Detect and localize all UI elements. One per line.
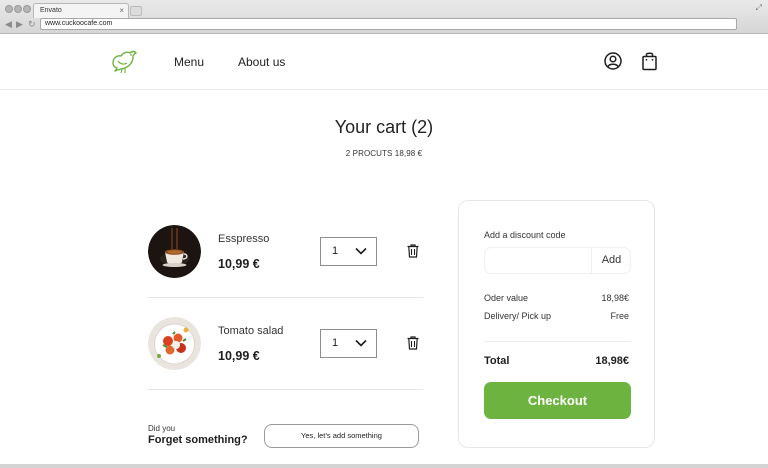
browser-tab[interactable]: Envato × [33, 3, 129, 18]
tab-close-icon[interactable]: × [119, 4, 124, 18]
reload-icon[interactable]: ↻ [28, 19, 36, 29]
user-icon[interactable] [603, 51, 623, 71]
cart-title: Your cart (2) [334, 117, 434, 137]
tomato-salad-image [148, 317, 201, 370]
total-value: 18,98€ [595, 355, 629, 367]
item-price: 10,99 € [218, 349, 260, 363]
discount-code-input[interactable] [486, 249, 590, 272]
window-close-dot[interactable] [5, 5, 13, 13]
cart-summary: 2 PROCUTS 18,98 € [345, 149, 423, 158]
trash-icon[interactable] [407, 336, 419, 350]
item-name: Esspresso [218, 233, 270, 245]
quantity-value: 1 [332, 245, 339, 257]
order-summary-panel: Add a discount code Add Oder value 18,98… [458, 200, 655, 448]
quantity-value: 1 [332, 337, 339, 349]
order-value: 18,98€ [601, 293, 629, 303]
quantity-select[interactable]: 1 [320, 329, 377, 358]
discount-label: Add a discount code [484, 230, 566, 240]
espresso-image [148, 225, 201, 278]
window-zoom-dot[interactable] [23, 5, 31, 13]
item-name: Tomato salad [218, 325, 284, 337]
site-header: Menu About us [0, 35, 768, 90]
nav-about-link[interactable]: About us [238, 55, 285, 69]
forward-icon[interactable]: ▶ [16, 19, 23, 29]
fullscreen-icon[interactable]: ⤢ [756, 3, 762, 13]
window-minimize-dot[interactable] [14, 5, 22, 13]
checkout-button[interactable]: Checkout [484, 382, 631, 419]
new-tab-button[interactable] [130, 6, 142, 16]
upsell-prefix: Did you [148, 424, 176, 433]
back-icon[interactable]: ◀ [5, 19, 12, 29]
address-bar[interactable]: www.cuckoocafe.com [40, 18, 737, 30]
discount-add-button[interactable]: Add [592, 248, 631, 273]
window-bottom-edge [0, 464, 768, 468]
trash-icon[interactable] [407, 244, 419, 258]
chevron-down-icon [355, 247, 367, 255]
add-something-button[interactable]: Yes, let’s add something [264, 424, 419, 448]
item-price: 10,99 € [218, 257, 260, 271]
summary-divider [484, 341, 631, 342]
delivery-label: Delivery/ Pick up [484, 311, 552, 321]
chevron-down-icon [355, 339, 367, 347]
delivery-value: Free [610, 311, 629, 321]
nav-menu-link[interactable]: Menu [174, 55, 204, 69]
bird-logo-icon[interactable] [109, 48, 139, 76]
browser-chrome: Envato × ⤢ ◀ ▶ ↻ www.cuckoocafe.com [0, 0, 768, 34]
upsell-heading: Forget something? [148, 434, 248, 446]
order-value-label: Oder value [484, 293, 529, 303]
total-label: Total [484, 355, 510, 367]
discount-code-group: Add [484, 247, 631, 274]
cart-item-espresso: Esspresso 10,99 € 1 [148, 206, 423, 298]
cart-item-tomato-salad: Tomato salad 10,99 € 1 [148, 298, 423, 390]
tab-title: Envato [40, 7, 62, 14]
item-divider [148, 389, 423, 390]
shopping-bag-icon[interactable] [640, 51, 660, 71]
quantity-select[interactable]: 1 [320, 237, 377, 266]
